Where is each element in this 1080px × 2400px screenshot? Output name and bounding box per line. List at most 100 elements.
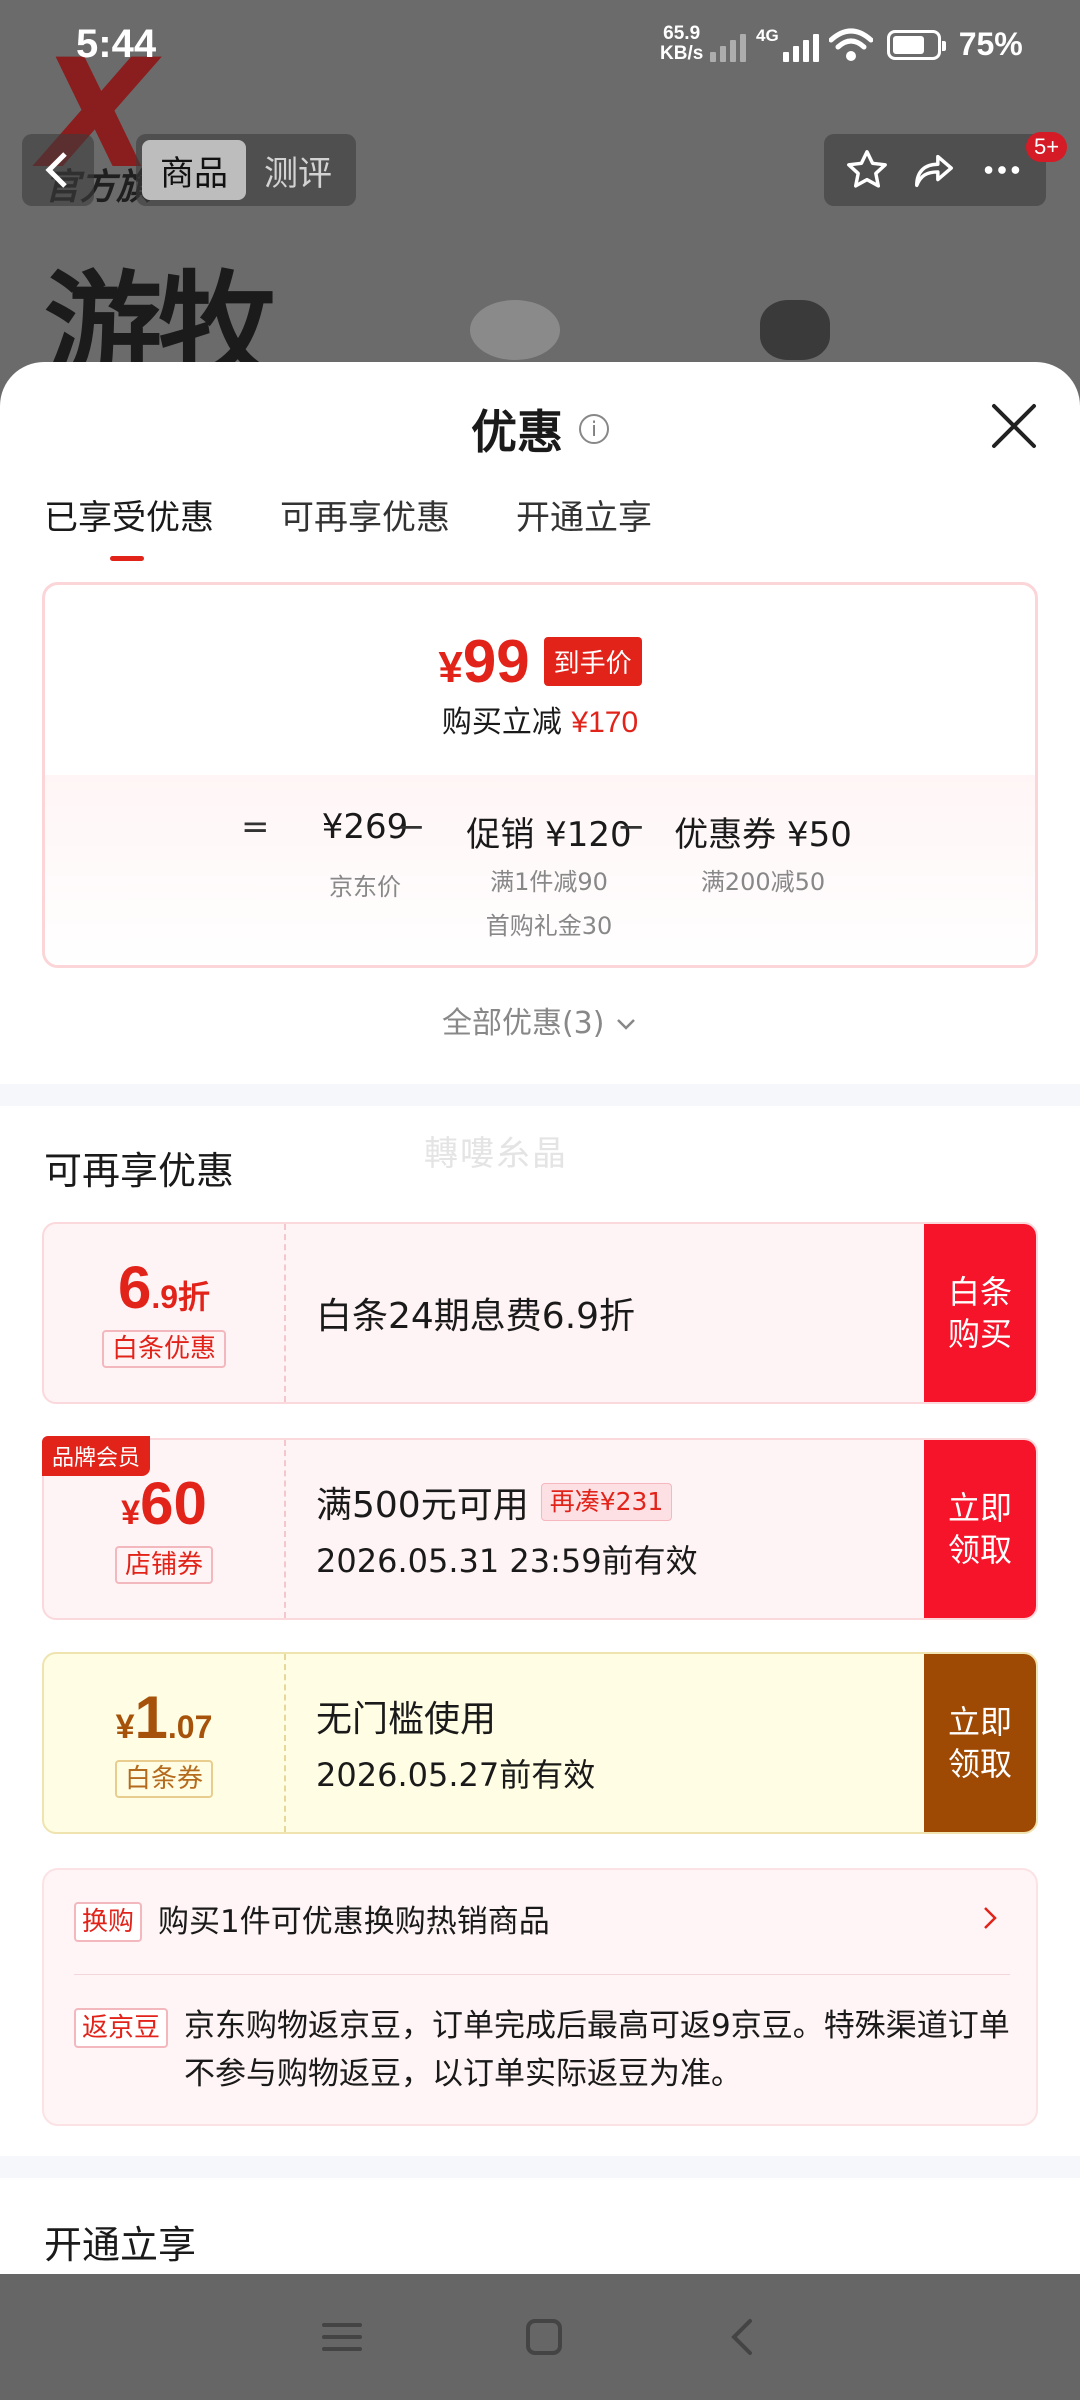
- jd-beans-row: 返京豆 京东购物返京豆，订单完成后最高可返9京豆。特殊渠道订单不参与购物返豆，以…: [74, 2008, 1014, 2098]
- status-icons: 4G 75%: [710, 26, 1023, 63]
- coupon-value: ¥60: [121, 1474, 207, 1534]
- coupon-baitiao-interest: 6.9折 白条优惠 白条24期息费6.9折 白条购买: [42, 1222, 1038, 1404]
- claim-coupon-button[interactable]: 立即领取: [924, 1654, 1036, 1832]
- wifi-icon: [828, 28, 873, 61]
- discount-tabs: 已享受优惠 可再享优惠 开通立享: [44, 490, 652, 561]
- coupon-value-area: 6.9折 白条优惠: [44, 1224, 286, 1402]
- extra-amount-tag: 再凑¥231: [540, 1483, 673, 1521]
- close-icon[interactable]: [986, 398, 1042, 454]
- network-type: 4G: [756, 26, 779, 45]
- network-speed-value: 65.9: [663, 23, 701, 44]
- discount-sheet: 优惠 i 已享受优惠 可再享优惠 开通立享 ¥99 到手价 购买立减 ¥170 …: [0, 362, 1080, 2274]
- coupon-condition: 满500元可用: [316, 1485, 529, 1526]
- chevron-down-icon: [617, 1019, 635, 1030]
- claim-coupon-button[interactable]: 立即领取: [924, 1440, 1036, 1618]
- coupon-value: ¥1.07: [116, 1688, 213, 1748]
- final-price: ¥99: [438, 627, 529, 696]
- button-label: 立即领取: [947, 1489, 1012, 1569]
- system-nav-bar: [0, 2274, 1080, 2400]
- home-icon[interactable]: [523, 2316, 565, 2358]
- price-breakdown-card: ¥99 到手价 购买立减 ¥170 = ¥269 京东价 − 促销 ¥120 满…: [42, 582, 1038, 968]
- product-image: [760, 300, 830, 360]
- coupon-value-main: 6: [117, 1254, 152, 1321]
- benefits-info-box: 换购 购买1件可优惠换购热销商品 返京豆 京东购物返京豆，订单完成后最高可返9京…: [42, 1868, 1038, 2126]
- instant-reduction: 购买立减 ¥170: [45, 697, 1035, 741]
- status-time: 5:44: [76, 22, 157, 66]
- battery-percent: 75%: [958, 26, 1023, 62]
- sheet-title: 优惠: [471, 405, 563, 459]
- final-price-value: 99: [462, 628, 530, 695]
- battery-icon: [886, 29, 946, 60]
- jd-beans-tag: 返京豆: [74, 2008, 169, 2048]
- tab-review[interactable]: 测评: [246, 140, 350, 200]
- coupon-expiry: 2026.05.31 23:59前有效: [316, 1542, 698, 1580]
- coupon-details: 白条24期息费6.9折: [316, 1224, 635, 1402]
- coupon-value: 6.9折: [118, 1258, 210, 1318]
- reduction-amount: ¥170: [571, 706, 639, 739]
- final-price-badge: 到手价: [543, 637, 642, 686]
- minus-sign: −: [397, 807, 426, 847]
- star-icon[interactable]: [844, 147, 890, 193]
- coupon-type-tag: 店铺券: [114, 1546, 213, 1584]
- share-icon[interactable]: [910, 147, 958, 193]
- coupon-details: 无门槛使用 2026.05.27前有效: [316, 1654, 595, 1832]
- product-view-tabs: 商品 测评: [136, 134, 356, 206]
- signal-sim2-icon: [782, 28, 819, 62]
- section-title-activate: 开通立享: [44, 2223, 197, 2267]
- all-discounts-label: 全部优惠(3): [441, 1006, 605, 1041]
- member-badge: 品牌会员: [42, 1436, 151, 1476]
- chevron-right-icon[interactable]: [980, 1902, 1000, 1934]
- coupon-detail: 满200减50: [700, 868, 826, 896]
- more-icon[interactable]: [978, 147, 1026, 193]
- tab-enjoyed[interactable]: 已享受优惠: [44, 490, 214, 561]
- tab-more-available[interactable]: 可再享优惠: [280, 490, 450, 561]
- info-icon[interactable]: i: [579, 414, 609, 444]
- final-price-row: ¥99 到手价: [45, 627, 1035, 696]
- coupon-title: 白条24期息费6.9折: [316, 1296, 636, 1337]
- section-divider: [0, 2156, 1080, 2178]
- coupon-shop: ¥60 店铺券 满500元可用 再凑¥231 2026.05.31 23:59前…: [42, 1438, 1038, 1620]
- button-label: 白条购买: [947, 1273, 1012, 1353]
- tab-product[interactable]: 商品: [142, 140, 246, 200]
- menu-icon[interactable]: [320, 2317, 364, 2357]
- header-actions: [824, 134, 1046, 206]
- all-discounts-toggle[interactable]: 全部优惠(3): [0, 998, 1080, 1042]
- signal-sim1-icon: [710, 28, 746, 62]
- coupon-value: 优惠券 ¥50: [674, 815, 852, 855]
- network-speed-unit: KB/s: [660, 43, 704, 64]
- baitiao-buy-button[interactable]: 白条购买: [924, 1224, 1036, 1402]
- button-label: 立即领取: [947, 1703, 1012, 1783]
- coupon-discount: 优惠券 ¥50 满200减50: [663, 807, 863, 904]
- coupon-value-main: 1: [134, 1684, 168, 1751]
- promo-detail: 首购礼金30: [485, 912, 613, 940]
- coupon-baitiao: ¥1.07 白条券 无门槛使用 2026.05.27前有效 立即领取: [42, 1652, 1038, 1834]
- chevron-left-icon: [45, 152, 67, 188]
- watermark: 轉嘍糸晶: [424, 1134, 568, 1174]
- trade-in-row[interactable]: 换购 购买1件可优惠换购热销商品: [74, 1902, 974, 1942]
- network-speed: 65.9 KB/s: [660, 24, 703, 64]
- divider: [74, 1974, 1010, 1975]
- product-image: [470, 300, 560, 360]
- back-button[interactable]: [22, 134, 94, 206]
- minus-sign: −: [617, 807, 646, 847]
- coupon-value-area: ¥1.07 白条券: [44, 1654, 286, 1832]
- back-nav-icon[interactable]: [724, 2315, 760, 2359]
- status-bar: 5:44 65.9 KB/s 4G 75%: [0, 0, 1080, 92]
- equals-sign: =: [241, 807, 270, 847]
- coupon-title: 满500元可用 再凑¥231: [316, 1476, 698, 1528]
- coupon-type-tag: 白条优惠: [101, 1330, 226, 1368]
- battery-level: [892, 35, 925, 54]
- tab-activate[interactable]: 开通立享: [516, 490, 652, 561]
- trade-in-tag: 换购: [74, 1902, 143, 1942]
- reduction-label: 购买立减: [441, 705, 562, 740]
- coupon-details: 满500元可用 再凑¥231 2026.05.31 23:59前有效: [316, 1440, 698, 1618]
- currency-symbol: ¥: [438, 643, 463, 692]
- trade-in-text: 购买1件可优惠换购热销商品: [158, 1904, 550, 1940]
- message-count-badge: 5+: [1026, 132, 1068, 162]
- currency-symbol: ¥: [121, 1494, 141, 1532]
- section-divider: [0, 1084, 1080, 1106]
- coupon-type-tag: 白条券: [114, 1760, 213, 1798]
- coupon-value-main: 60: [140, 1470, 207, 1537]
- currency-symbol: ¥: [115, 1708, 135, 1746]
- coupon-value-fraction: .07: [167, 1709, 213, 1745]
